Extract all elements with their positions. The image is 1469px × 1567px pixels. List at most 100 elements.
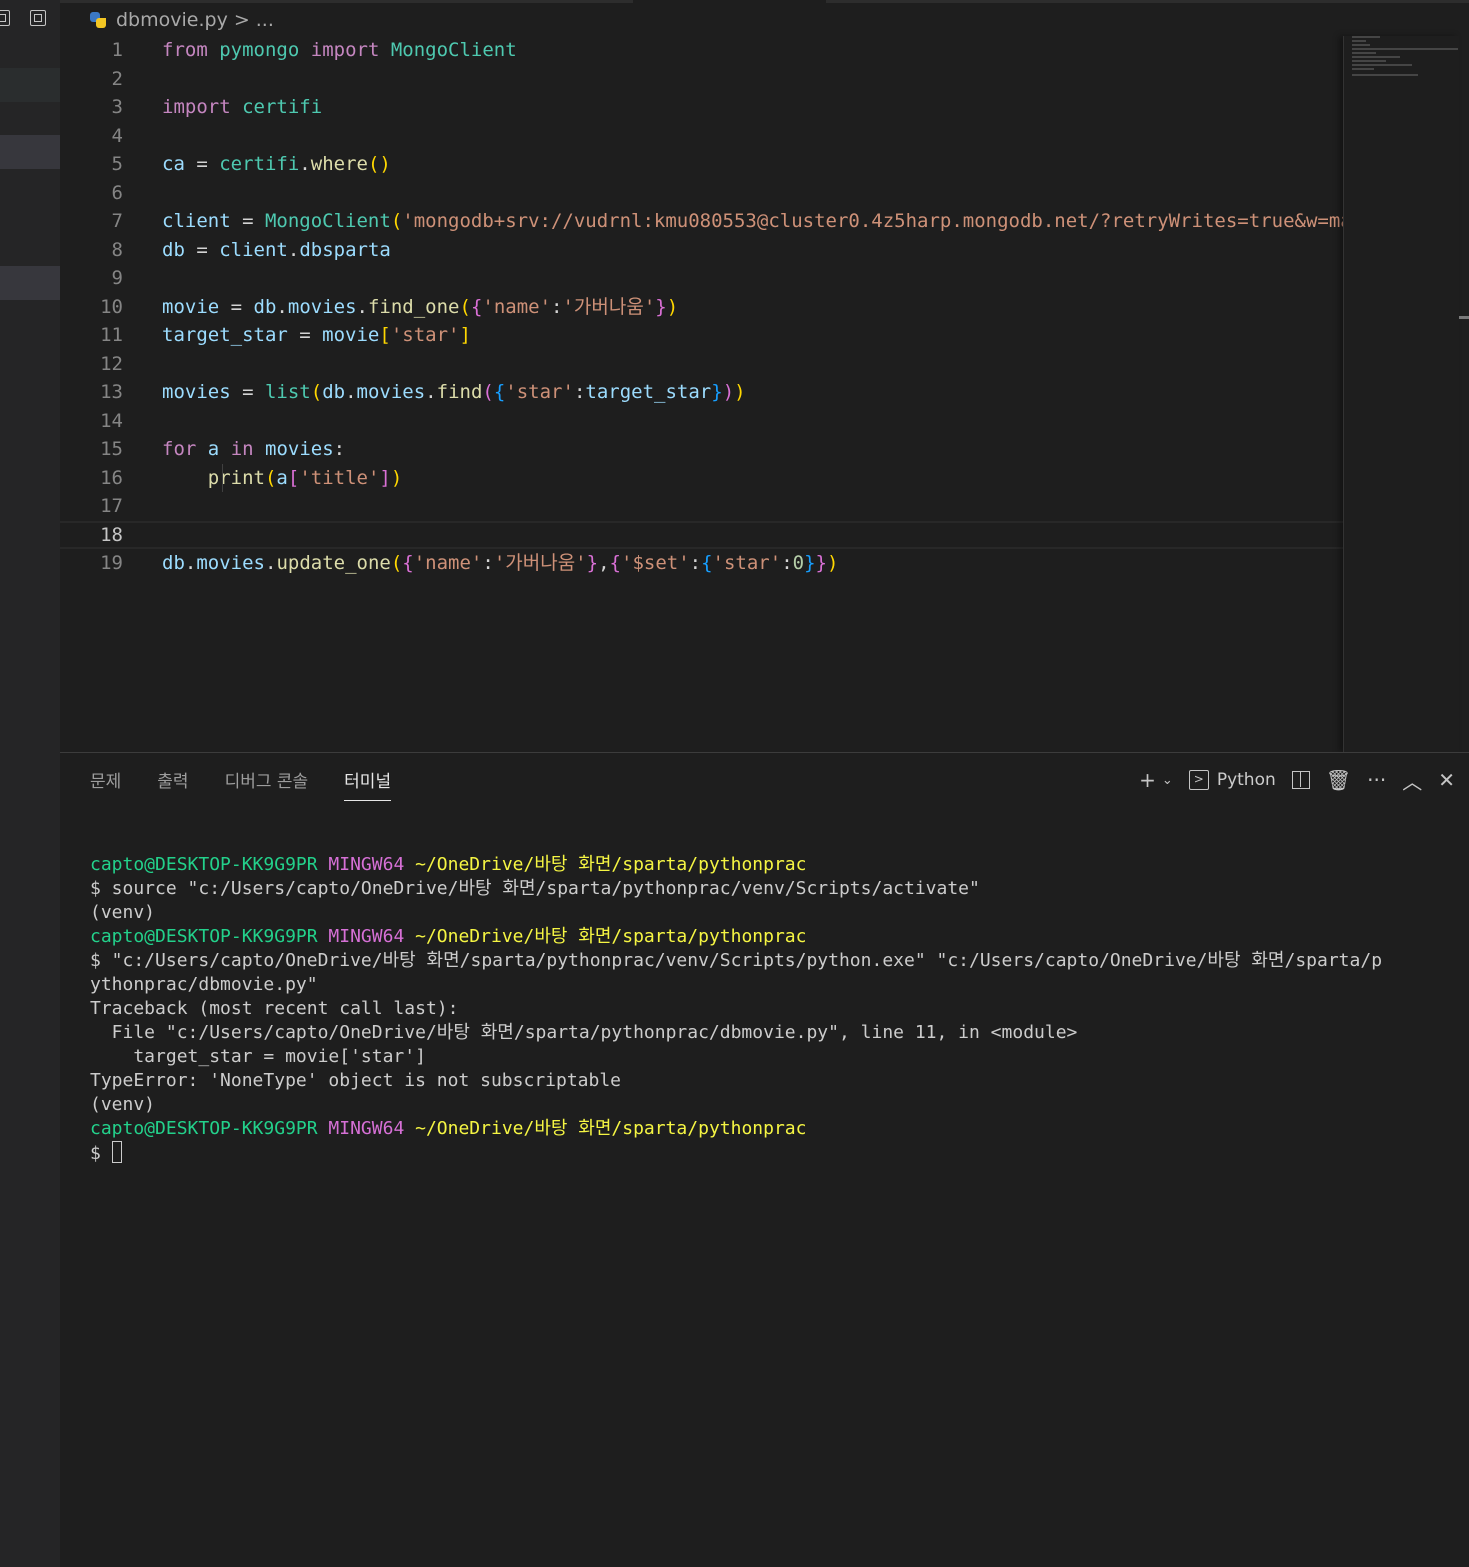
- code-text: target_star = movie['star']: [162, 321, 471, 349]
- trash-icon[interactable]: 🗑: [1326, 768, 1351, 792]
- side-strip-row-selected[interactable]: [0, 135, 60, 169]
- code-line[interactable]: 5 ca = certifi.where(): [60, 150, 1343, 178]
- code-line[interactable]: 2: [60, 65, 1343, 93]
- plus-icon[interactable]: +: [1139, 768, 1156, 792]
- code-token: 'star': [712, 552, 782, 574]
- minimap-line: [1352, 64, 1412, 66]
- code-token: client: [219, 238, 288, 261]
- minimap-line: [1352, 60, 1386, 62]
- code-line[interactable]: 4: [60, 122, 1343, 150]
- code-token: a: [276, 466, 288, 489]
- code-token: {: [609, 552, 621, 574]
- line-number: 1: [111, 39, 123, 61]
- code-token: :: [333, 438, 346, 460]
- minimap[interactable]: [1343, 36, 1459, 752]
- code-token: for: [162, 438, 197, 460]
- code-line[interactable]: 12: [60, 350, 1343, 378]
- panel-tab[interactable]: 문제: [90, 767, 121, 801]
- code-line[interactable]: 6: [60, 179, 1343, 207]
- split-terminal-button[interactable]: [1291, 771, 1310, 789]
- code-token: }: [815, 552, 827, 574]
- code-token: =: [287, 324, 323, 346]
- code-token: (: [264, 466, 277, 489]
- side-strip-row[interactable]: [0, 266, 60, 300]
- code-token: update_one: [276, 552, 391, 574]
- breadcrumb[interactable]: dbmovie.py > ...: [90, 7, 274, 33]
- chevron-down-icon[interactable]: ⌄: [1162, 773, 1173, 788]
- code-token: 'name': [413, 552, 483, 574]
- code-line[interactable]: 8 db = client.dbsparta: [60, 236, 1343, 264]
- breadcrumb-more[interactable]: ...: [256, 9, 274, 31]
- copy-icon[interactable]: [0, 10, 10, 26]
- code-line[interactable]: 16 print(a['title']): [60, 464, 1343, 492]
- code-line[interactable]: 18: [60, 520, 1343, 549]
- code-token: :: [781, 552, 793, 574]
- panel-tab[interactable]: 디버그 콘솔: [225, 767, 309, 801]
- terminal-text: capto@DESKTOP-KK9G9PR: [90, 854, 329, 875]
- terminal-line: capto@DESKTOP-KK9G9PR MINGW64 ~/OneDrive…: [90, 1117, 1460, 1141]
- side-strip-row[interactable]: [0, 68, 60, 102]
- terminal-text: capto@DESKTOP-KK9G9PR: [90, 1118, 329, 1139]
- code-token: certifi: [242, 96, 323, 118]
- code-token: db: [322, 381, 346, 403]
- terminal-line: $ "c:/Users/capto/OneDrive/바탕 화면/sparta/…: [90, 949, 1460, 973]
- line-number: 4: [111, 124, 123, 147]
- code-text: client = MongoClient('mongodb+srv://vudr…: [162, 207, 1343, 235]
- code-token: movies: [162, 381, 231, 403]
- terminal-text: MINGW64: [328, 1118, 416, 1139]
- code-token: :: [689, 552, 702, 574]
- terminal-line: Traceback (most recent call last):: [90, 997, 1460, 1021]
- shell-label: Python: [1216, 770, 1276, 790]
- minimap-line: [1352, 56, 1400, 58]
- code-text: import certifi: [162, 93, 322, 121]
- terminal-text: capto@DESKTOP-KK9G9PR: [90, 926, 329, 947]
- code-token: '$set': [621, 552, 690, 574]
- code-line[interactable]: 3 import certifi: [60, 93, 1343, 121]
- code-line[interactable]: 17: [60, 492, 1343, 520]
- code-area[interactable]: 1 from pymongo import MongoClient 2 3 import…: [60, 36, 1343, 746]
- code-line[interactable]: 14: [60, 407, 1343, 435]
- code-token: }: [711, 381, 723, 403]
- code-line[interactable]: 11 target_star = movie['star']: [60, 321, 1343, 349]
- terminal-shell-selector[interactable]: > Python: [1188, 770, 1276, 790]
- code-editor[interactable]: dbmovie.py > ... 1 from pymongo import Mo…: [60, 0, 1469, 752]
- code-token: .: [345, 381, 357, 403]
- code-line[interactable]: 1 from pymongo import MongoClient: [60, 36, 1343, 64]
- line-number: 10: [100, 295, 123, 318]
- code-line[interactable]: 7 client = MongoClient('mongodb+srv://vud…: [60, 207, 1343, 235]
- code-token: find: [436, 381, 483, 403]
- code-token: .: [299, 153, 311, 175]
- code-token: =: [219, 295, 254, 318]
- code-token: [: [287, 466, 300, 489]
- more-actions-button[interactable]: ···: [1367, 768, 1386, 792]
- code-token: 'name': [482, 295, 552, 318]
- tab-strip-edge: [60, 0, 633, 3]
- bottom-panel: 문제 출력 디버그 콘솔 터미널 + ⌄ > Python 🗑 ··· ︿ ✕ cap…: [60, 752, 1469, 1567]
- terminal-text: File "c:/Users/capto/OneDrive/바탕 화면/spar…: [90, 1022, 1078, 1043]
- minimap-line: [1352, 74, 1418, 76]
- scrollbar-thumb[interactable]: [1459, 316, 1469, 319]
- code-token: print: [207, 466, 265, 489]
- breadcrumb-file[interactable]: dbmovie.py: [116, 9, 228, 31]
- chevron-up-icon[interactable]: ︿: [1402, 766, 1422, 795]
- code-line[interactable]: 13 movies = list(db.movies.find({'star':t…: [60, 378, 1343, 406]
- line-number: 14: [100, 409, 123, 432]
- panel-tab[interactable]: 출력: [157, 767, 188, 801]
- close-icon[interactable]: ✕: [1438, 768, 1455, 792]
- code-line[interactable]: 10 movie = db.movies.find_one({'name':'가버…: [60, 293, 1343, 321]
- terminal-line: capto@DESKTOP-KK9G9PR MINGW64 ~/OneDrive…: [90, 853, 1460, 877]
- indent-guide: [222, 464, 223, 492]
- code-line[interactable]: 9: [60, 264, 1343, 292]
- terminal-output[interactable]: capto@DESKTOP-KK9G9PR MINGW64 ~/OneDrive…: [90, 853, 1460, 1165]
- collapse-icon[interactable]: [30, 10, 46, 26]
- minimap-line: [1352, 40, 1366, 42]
- line-number: 9: [111, 267, 123, 289]
- code-line[interactable]: 15 for a in movies:: [60, 435, 1343, 463]
- code-line[interactable]: 19 db.movies.update_one({'name':'가버나움'},{…: [60, 549, 1343, 577]
- code-token: (: [390, 210, 403, 232]
- panel-tab[interactable]: 터미널: [344, 767, 392, 801]
- terminal-line: (venv): [90, 901, 1460, 925]
- code-token: (: [482, 381, 494, 403]
